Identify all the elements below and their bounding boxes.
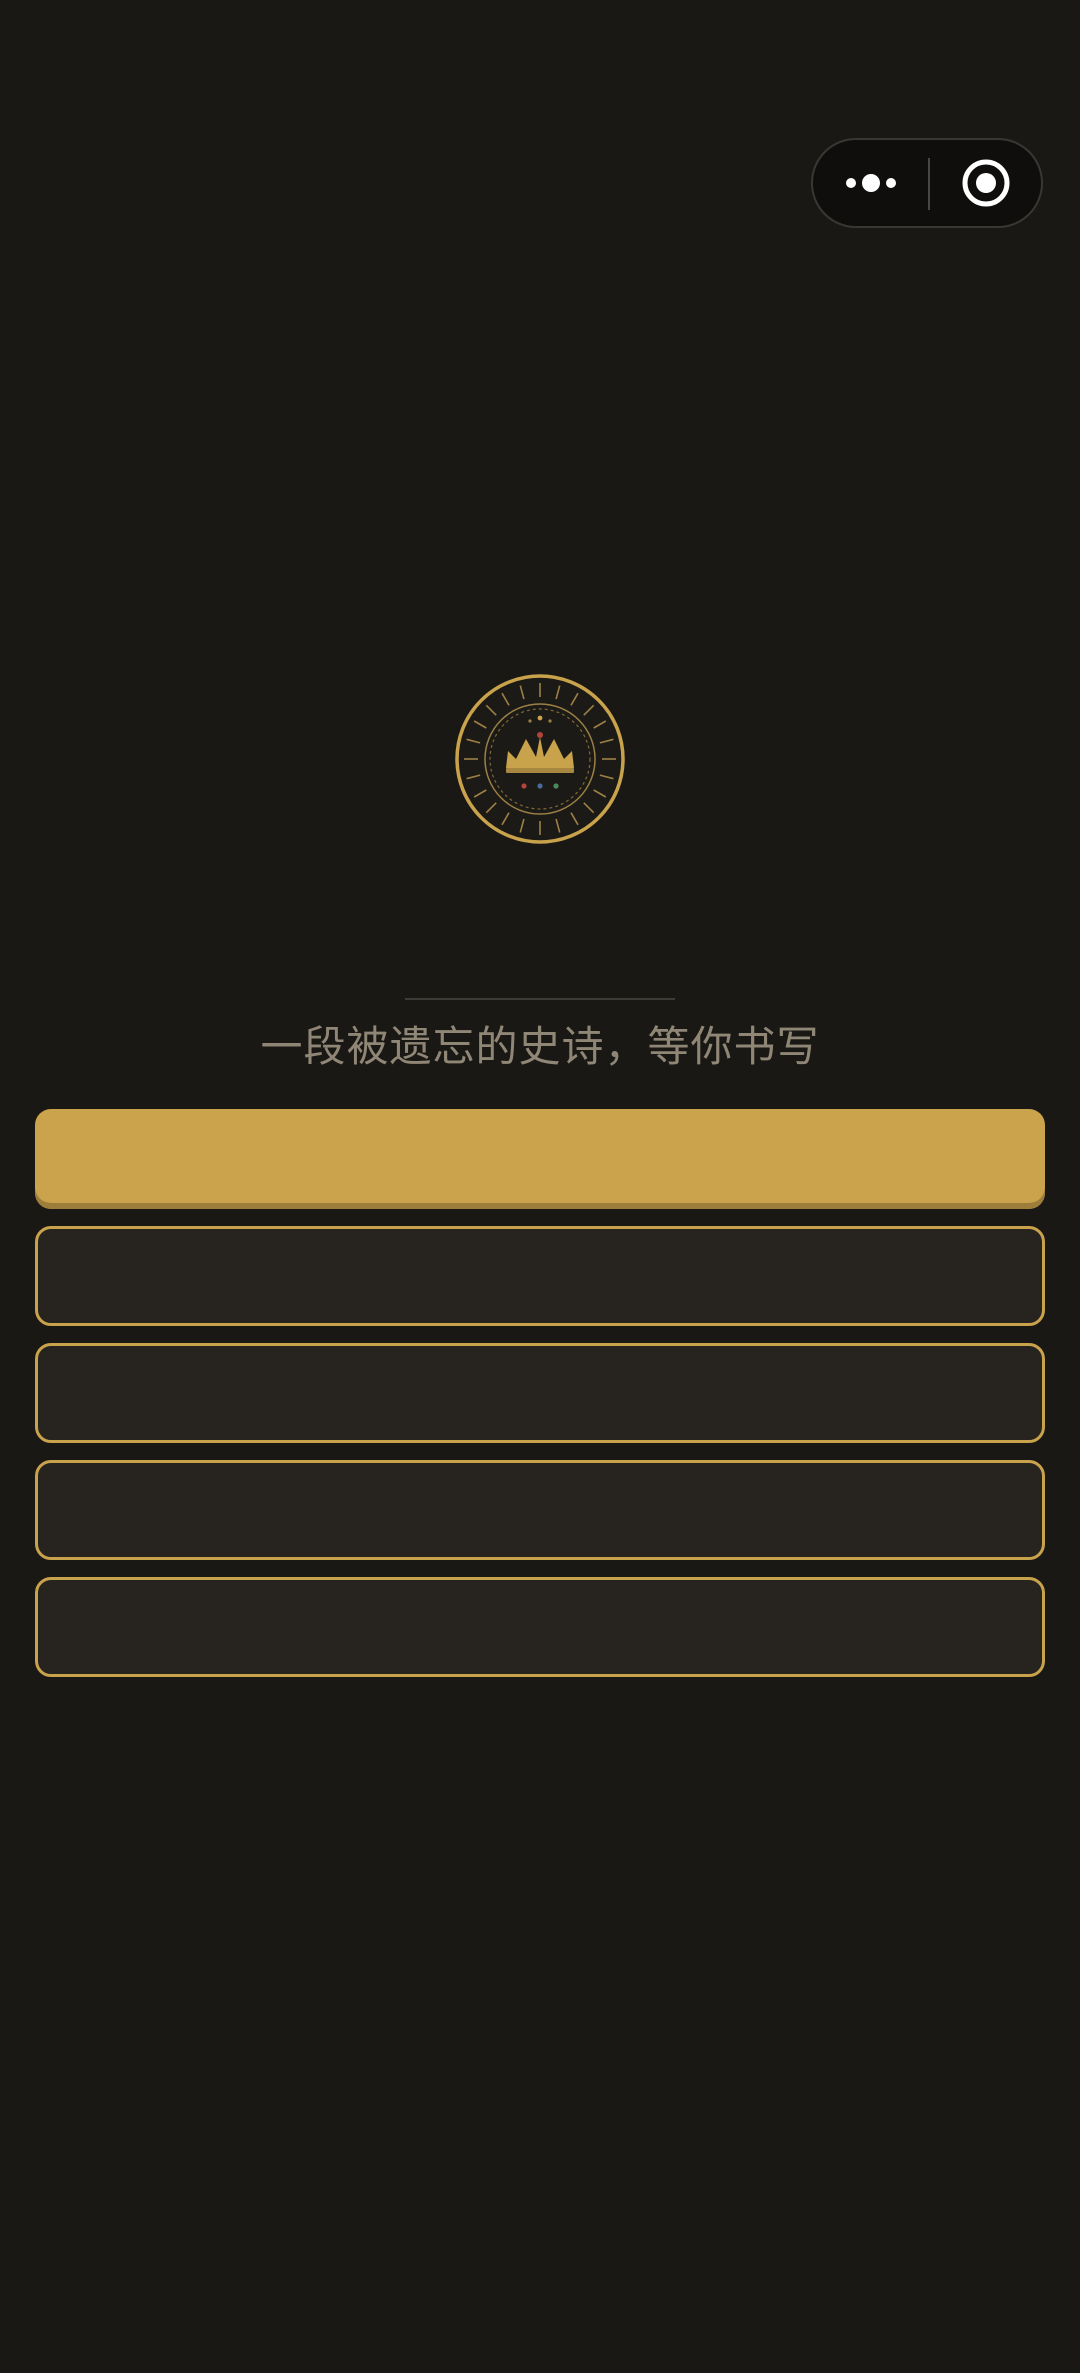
intro-subtitle: 一段被遗忘的史诗，等你书写 bbox=[260, 1022, 820, 1071]
subtitle-divider bbox=[405, 998, 675, 1000]
mini-program-capsule bbox=[811, 138, 1043, 228]
menu-button-primary[interactable] bbox=[35, 1109, 1045, 1209]
menu-button-4[interactable] bbox=[35, 1460, 1045, 1560]
main-menu bbox=[35, 1109, 1045, 1694]
menu-button-3[interactable] bbox=[35, 1343, 1045, 1443]
crown-emblem-icon bbox=[455, 674, 625, 844]
close-button[interactable] bbox=[930, 140, 1041, 226]
crown-emblem bbox=[454, 673, 626, 845]
more-button[interactable] bbox=[813, 140, 928, 226]
target-close-icon bbox=[962, 159, 1009, 207]
menu-button-2[interactable] bbox=[35, 1226, 1045, 1326]
more-dots-icon bbox=[845, 174, 896, 192]
menu-button-5[interactable] bbox=[35, 1577, 1045, 1677]
